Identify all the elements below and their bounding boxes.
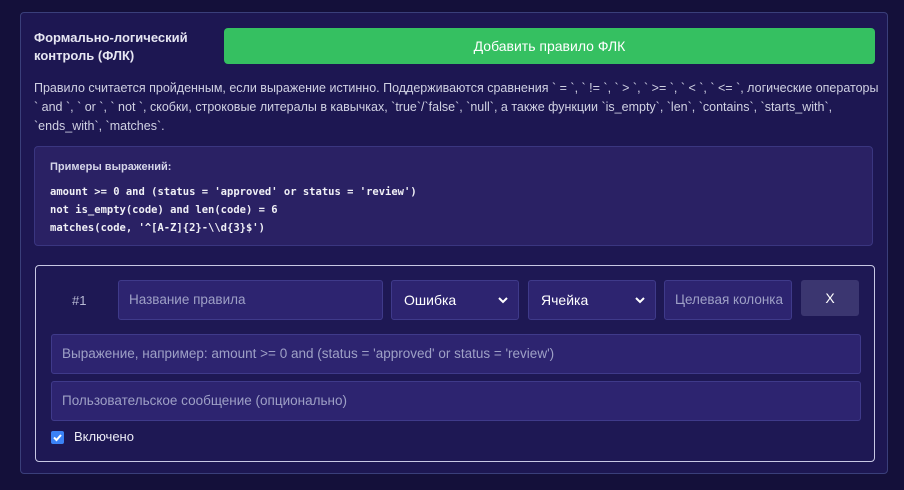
example-line: not is_empty(code) and len(code) = 6 bbox=[50, 204, 278, 216]
scope-value: Ячейка bbox=[541, 292, 589, 308]
expression-input[interactable]: Выражение, например: amount >= 0 and (st… bbox=[51, 334, 861, 374]
example-line: amount >= 0 and (status = 'approved' or … bbox=[50, 186, 417, 198]
examples-title: Примеры выражений: bbox=[50, 161, 172, 173]
add-rule-button[interactable]: Добавить правило ФЛК bbox=[224, 28, 875, 64]
target-column-input[interactable]: Целевая колонка bbox=[664, 280, 792, 320]
section-title: Формально-логический контроль (ФЛК) bbox=[34, 30, 188, 63]
rule-card: #1 Название правила Ошибка Ячейка Целева… bbox=[35, 265, 875, 462]
rule-description: Правило считается пройденным, если выраж… bbox=[34, 81, 879, 133]
enabled-label: Включено bbox=[74, 429, 134, 444]
rule-number: #1 bbox=[72, 293, 87, 308]
flk-panel: Формально-логический контроль (ФЛК) Доба… bbox=[20, 12, 888, 474]
message-input[interactable]: Пользовательское сообщение (опционально) bbox=[51, 381, 861, 421]
chevron-down-icon bbox=[498, 297, 508, 304]
remove-rule-button[interactable]: X bbox=[801, 280, 859, 316]
rule-name-input[interactable]: Название правила bbox=[118, 280, 383, 320]
example-line: matches(code, '^[A-Z]{2}-\\d{3}$') bbox=[50, 222, 265, 234]
chevron-down-icon bbox=[635, 297, 645, 304]
examples-box: Примеры выражений: amount >= 0 and (stat… bbox=[34, 146, 873, 246]
severity-value: Ошибка bbox=[404, 292, 457, 308]
enabled-checkbox[interactable] bbox=[51, 431, 64, 444]
check-icon bbox=[53, 434, 62, 442]
scope-select[interactable]: Ячейка bbox=[528, 280, 656, 320]
severity-select[interactable]: Ошибка bbox=[391, 280, 519, 320]
